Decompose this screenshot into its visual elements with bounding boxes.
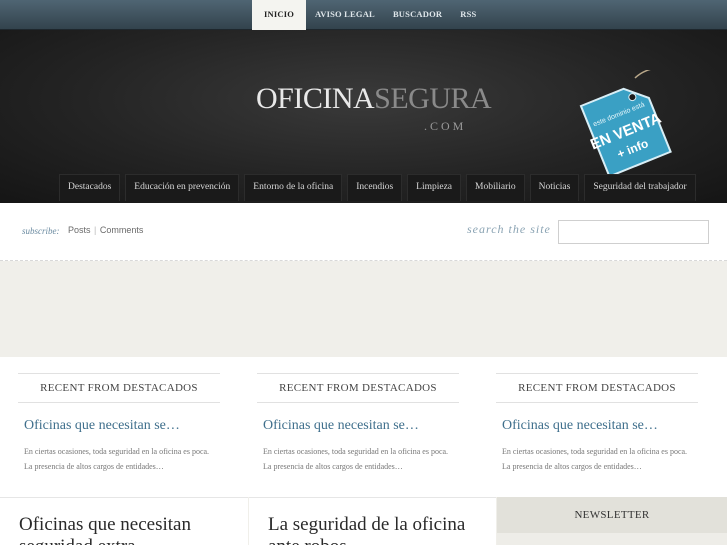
comments-feed-link[interactable]: Comments bbox=[100, 225, 144, 235]
newsletter-heading: NEWSLETTER bbox=[574, 509, 650, 521]
nav-item-aviso-legal[interactable]: AVISO LEGAL bbox=[306, 0, 384, 30]
newsletter-body bbox=[497, 533, 727, 545]
recent-post-title[interactable]: Oficinas que necesitan se… bbox=[24, 418, 220, 434]
recent-post-excerpt: En ciertas ocasiones, toda seguridad en … bbox=[24, 447, 210, 471]
recent-column: RECENT FROM DESTACADOS Oficinas que nece… bbox=[496, 373, 698, 474]
logo-domain-suffix: .COM bbox=[424, 119, 467, 133]
category-seguridad-trabajador[interactable]: Seguridad del trabajador bbox=[584, 174, 696, 201]
search-label: search the site bbox=[467, 222, 551, 236]
top-nav: INICIO AVISO LEGAL BUSCADOR RSS bbox=[252, 0, 485, 32]
recent-column: RECENT FROM DESTACADOS Oficinas que nece… bbox=[257, 373, 459, 474]
category-nav: Destacados Educación en prevención Entor… bbox=[59, 174, 696, 201]
subscribe-label: subscribe: bbox=[22, 226, 60, 236]
recent-heading: RECENT FROM DESTACADOS bbox=[18, 373, 220, 403]
category-destacados[interactable]: Destacados bbox=[59, 174, 121, 201]
logo-text-segura: SEGURA bbox=[374, 82, 492, 115]
nav-item-rss[interactable]: RSS bbox=[451, 0, 485, 30]
featured-post: La seguridad de la oficina ante robos bbox=[249, 497, 496, 545]
recent-heading: RECENT FROM DESTACADOS bbox=[496, 373, 698, 403]
posts-feed-link[interactable]: Posts bbox=[68, 225, 91, 235]
recent-post-excerpt: En ciertas ocasiones, toda seguridad en … bbox=[502, 447, 688, 471]
post-title[interactable]: Oficinas que necesitan seguridad extra bbox=[0, 498, 248, 545]
nav-item-inicio[interactable]: INICIO bbox=[252, 0, 307, 32]
nav-item-buscador[interactable]: BUSCADOR bbox=[384, 0, 451, 30]
top-nav-bar: INICIO AVISO LEGAL BUSCADOR RSS bbox=[0, 0, 727, 32]
subscribe-bar: subscribe: Posts | Comments search the s… bbox=[0, 203, 727, 261]
category-noticias[interactable]: Noticias bbox=[529, 174, 580, 201]
recent-section: RECENT FROM DESTACADOS Oficinas que nece… bbox=[0, 357, 727, 497]
feed-links: Posts | Comments bbox=[68, 225, 143, 235]
search-input[interactable] bbox=[558, 220, 709, 244]
recent-post-excerpt: En ciertas ocasiones, toda seguridad en … bbox=[263, 447, 449, 471]
recent-post-title[interactable]: Oficinas que necesitan se… bbox=[263, 418, 459, 434]
category-mobiliario[interactable]: Mobiliario bbox=[466, 174, 525, 201]
link-separator: | bbox=[94, 225, 97, 235]
category-incendios[interactable]: Incendios bbox=[347, 174, 403, 201]
logo-text-oficina: OFICINA bbox=[256, 82, 375, 115]
featured-post: Oficinas que necesitan seguridad extra bbox=[0, 497, 248, 545]
recent-column: RECENT FROM DESTACADOS Oficinas que nece… bbox=[18, 373, 220, 474]
recent-post-title[interactable]: Oficinas que necesitan se… bbox=[502, 418, 698, 434]
category-educacion[interactable]: Educación en prevención bbox=[125, 174, 240, 201]
category-limpieza[interactable]: Limpieza bbox=[407, 174, 462, 201]
for-sale-tag[interactable]: este dominio está EN VENTA + info bbox=[573, 70, 673, 180]
category-entorno[interactable]: Entorno de la oficina bbox=[244, 174, 343, 201]
site-logo[interactable]: OFICINASEGURA bbox=[256, 82, 492, 116]
recent-heading: RECENT FROM DESTACADOS bbox=[257, 373, 459, 403]
post-title[interactable]: La seguridad de la oficina ante robos bbox=[249, 498, 496, 545]
newsletter-widget: NEWSLETTER bbox=[497, 497, 727, 545]
